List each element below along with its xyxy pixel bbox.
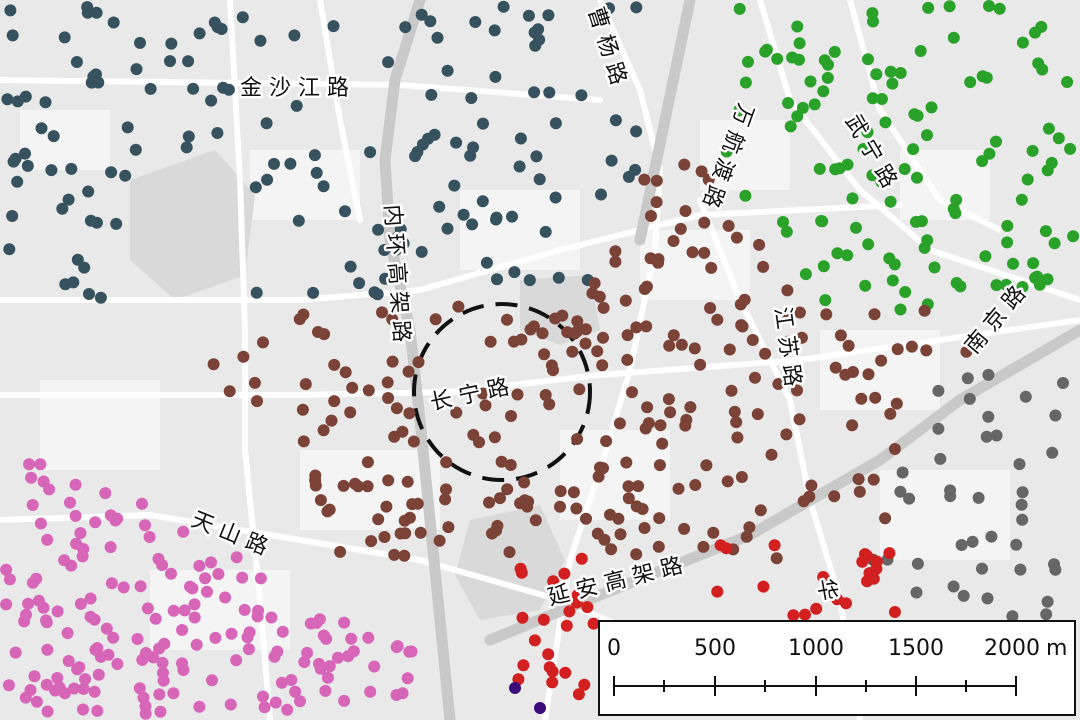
scale-bar: 0 500 1000 1500 2000 m	[598, 620, 1076, 716]
map-view[interactable]: 金 沙 江 路 曹 杨 路 万 航 渡 路 武 宁 路 内 环 高 架 路 长 …	[0, 0, 1080, 720]
road-label-caoyang: 曹 杨 路	[582, 4, 630, 88]
road-label-nanjing: 南 京 路	[960, 282, 1031, 359]
road-label-wanhangdu: 万 航 渡 路	[697, 100, 758, 211]
road-label-wuning: 武 宁 路	[840, 111, 902, 193]
road-label-inner-ring: 内 环 高 架 路	[379, 204, 414, 343]
road-label-yanan-elevated: 延 安 高 架 路	[545, 553, 685, 611]
road-labels: 金 沙 江 路 曹 杨 路 万 航 渡 路 武 宁 路 内 环 高 架 路 长 …	[185, 2, 1033, 614]
road-label-changning: 长 宁 路	[428, 375, 511, 416]
road-label-jiangsu: 江 苏 路	[769, 305, 805, 388]
road-label-jinshajiang: 金 沙 江 路	[240, 76, 349, 101]
road-label-hua: 华	[812, 577, 840, 603]
road-label-tianshan: 天 山 路	[188, 507, 272, 560]
scale-line	[613, 676, 1017, 696]
